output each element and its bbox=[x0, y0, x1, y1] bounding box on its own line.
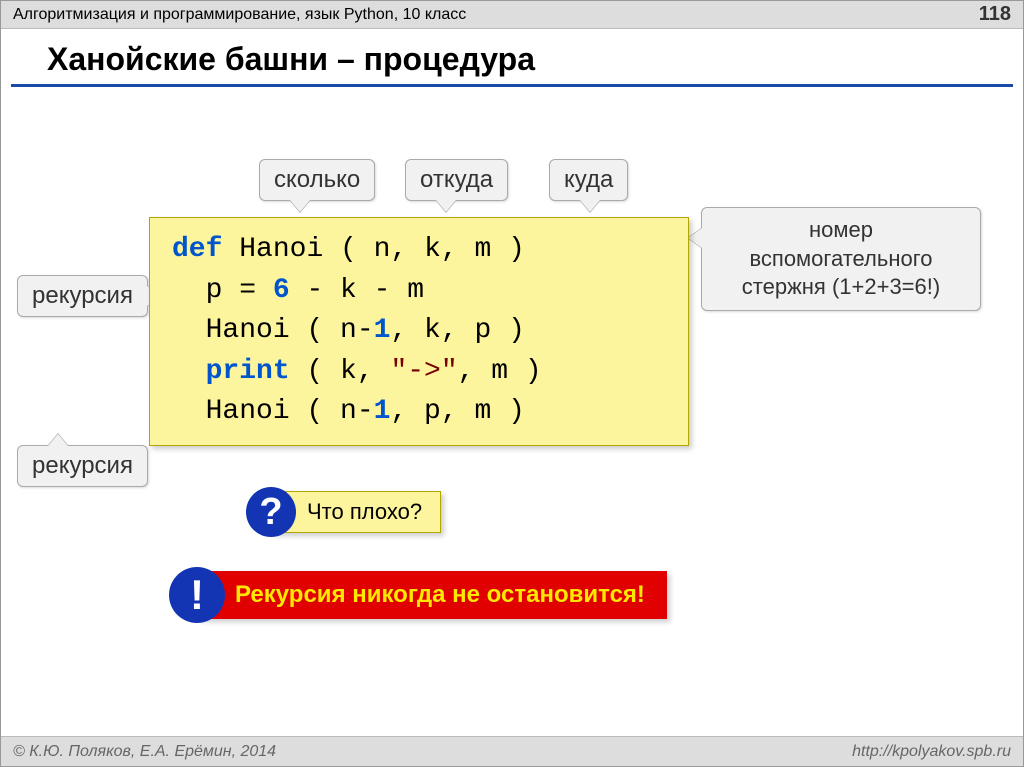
code-block: def Hanoi ( n, k, m ) p = 6 - k - m Hano… bbox=[149, 217, 689, 446]
content: сколько откуда куда номер вспомогательно… bbox=[1, 87, 1023, 727]
callout-how-many: сколько bbox=[259, 159, 375, 201]
func-decl: Hanoi ( n, k, m ) bbox=[239, 234, 525, 265]
slide-title: Ханойские башни – процедура bbox=[11, 29, 1013, 87]
code-line-4: print ( k, "->", m ) bbox=[172, 352, 666, 393]
slide: Алгоритмизация и программирование, язык … bbox=[0, 0, 1024, 767]
question-row: ? Что плохо? bbox=[246, 487, 441, 537]
code-line-2: p = 6 - k - m bbox=[172, 271, 666, 312]
code-line-1: def Hanoi ( n, k, m ) bbox=[172, 230, 666, 271]
exclamation-icon: ! bbox=[169, 567, 225, 623]
callout-aux-line2: вспомогательного bbox=[749, 246, 932, 271]
callout-aux-line1: номер bbox=[809, 217, 873, 242]
page-number: 118 bbox=[979, 3, 1011, 26]
header: Алгоритмизация и программирование, язык … bbox=[1, 1, 1023, 29]
warning-text: Рекурсия никогда не остановится! bbox=[199, 571, 667, 619]
callout-to: куда bbox=[549, 159, 628, 201]
header-title: Алгоритмизация и программирование, язык … bbox=[13, 6, 466, 24]
footer: © К.Ю. Поляков, Е.А. Ерёмин, 2014 http:/… bbox=[1, 736, 1023, 766]
footer-url: http://kpolyakov.spb.ru bbox=[852, 743, 1011, 761]
question-text: Что плохо? bbox=[272, 491, 441, 533]
code-line-5: Hanoi ( n-1, p, m ) bbox=[172, 392, 666, 433]
keyword-def: def bbox=[172, 234, 222, 265]
callout-aux: номер вспомогательного стержня (1+2+3=6!… bbox=[701, 207, 981, 311]
copyright: © К.Ю. Поляков, Е.А. Ерёмин, 2014 bbox=[13, 743, 276, 761]
callout-recursion-bottom: рекурсия bbox=[17, 445, 148, 487]
callout-aux-line3: стержня (1+2+3=6!) bbox=[742, 274, 940, 299]
warning-row: ! Рекурсия никогда не остановится! bbox=[169, 567, 667, 623]
callout-from: откуда bbox=[405, 159, 508, 201]
code-line-3: Hanoi ( n-1, k, p ) bbox=[172, 311, 666, 352]
keyword-print: print bbox=[206, 356, 290, 387]
callout-recursion-top: рекурсия bbox=[17, 275, 148, 317]
question-mark-icon: ? bbox=[246, 487, 296, 537]
